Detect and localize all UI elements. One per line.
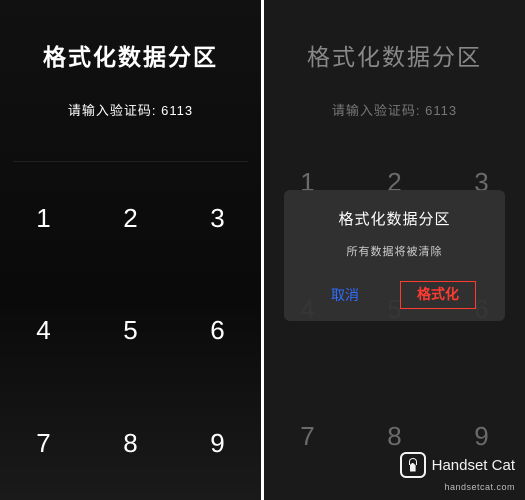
screen-title: 格式化数据分区: [307, 38, 482, 72]
key-9[interactable]: 9: [438, 373, 525, 500]
key-8[interactable]: 8: [87, 387, 174, 500]
phone-screen-left: 格式化数据分区 请输入验证码: 6113 1 2 3 4 5 6 7 8 9: [0, 0, 261, 500]
header-section: 格式化数据分区 请输入验证码: 6113: [0, 0, 261, 162]
key-7[interactable]: 7: [0, 387, 87, 500]
header-section: 格式化数据分区 请输入验证码: 6113: [264, 0, 525, 119]
dialog-buttons: 取消 格式化: [296, 281, 494, 311]
key-6[interactable]: 6: [174, 275, 261, 388]
verification-prompt: 请输入验证码: 6113: [68, 100, 193, 119]
key-1[interactable]: 1: [0, 162, 87, 275]
key-3[interactable]: 3: [174, 162, 261, 275]
cancel-button[interactable]: 取消: [313, 281, 377, 309]
verification-prompt: 请输入验证码: 6113: [332, 100, 457, 119]
numeric-keypad: 1 2 3 4 5 6 7 8 9: [0, 162, 261, 500]
dialog-title: 格式化数据分区: [338, 208, 450, 229]
screen-title: 格式化数据分区: [43, 38, 218, 72]
key-2[interactable]: 2: [87, 162, 174, 275]
format-button[interactable]: 格式化: [400, 281, 476, 309]
key-5[interactable]: 5: [87, 275, 174, 388]
key-9[interactable]: 9: [174, 387, 261, 500]
phone-screen-right: 格式化数据分区 请输入验证码: 6113 1 2 3 4 5 6 7 8 9 格…: [264, 0, 525, 500]
key-7[interactable]: 7: [264, 373, 351, 500]
dialog-message: 所有数据将被清除: [347, 243, 443, 259]
key-8[interactable]: 8: [351, 373, 438, 500]
key-4[interactable]: 4: [0, 275, 87, 388]
confirm-dialog: 格式化数据分区 所有数据将被清除 取消 格式化: [284, 190, 506, 321]
